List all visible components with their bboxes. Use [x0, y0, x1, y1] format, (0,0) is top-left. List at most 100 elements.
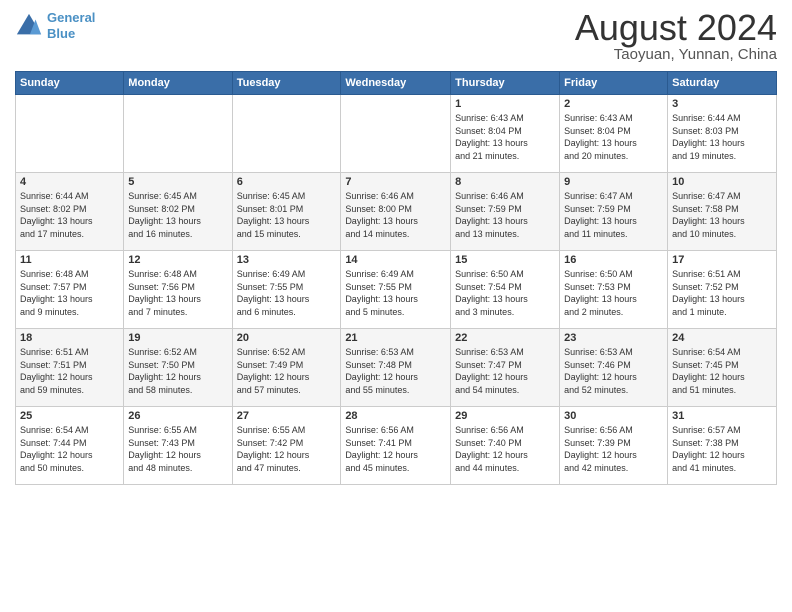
- calendar-cell: 29 Sunrise: 6:56 AM Sunset: 7:40 PM Dayli…: [451, 407, 560, 485]
- logo-line1: General: [47, 10, 95, 25]
- day-number: 22: [455, 332, 555, 344]
- day-number: 10: [672, 176, 772, 188]
- day-info: Sunrise: 6:50 AM Sunset: 7:53 PM Dayligh…: [564, 268, 663, 318]
- day-info: Sunrise: 6:46 AM Sunset: 8:00 PM Dayligh…: [345, 190, 446, 240]
- day-number: 16: [564, 254, 663, 266]
- calendar-cell: 23Sunrise: 6:53 AM Sunset: 7:46 PM Dayli…: [560, 329, 668, 407]
- calendar-cell: [341, 95, 451, 173]
- day-info: Sunrise: 6:50 AM Sunset: 7:54 PM Dayligh…: [455, 268, 555, 318]
- calendar-cell: 4Sunrise: 6:44 AM Sunset: 8:02 PM Daylig…: [16, 173, 124, 251]
- day-number: 2: [564, 98, 663, 110]
- day-number: 31: [672, 410, 772, 422]
- calendar-cell: 17Sunrise: 6:51 AM Sunset: 7:52 PM Dayli…: [668, 251, 777, 329]
- day-number: 28: [345, 410, 446, 422]
- calendar-cell: 15 Sunrise: 6:50 AM Sunset: 7:54 PM Dayli…: [451, 251, 560, 329]
- day-info: Sunrise: 6:49 AM Sunset: 7:55 PM Dayligh…: [237, 268, 337, 318]
- day-info: Sunrise: 6:48 AM Sunset: 7:57 PM Dayligh…: [20, 268, 119, 318]
- weekday-header: Monday: [124, 72, 232, 95]
- day-info: Sunrise: 6:55 AM Sunset: 7:43 PM Dayligh…: [128, 424, 227, 474]
- main-title: August 2024: [575, 10, 777, 46]
- day-number: 7: [345, 176, 446, 188]
- logo-line2: Blue: [47, 26, 75, 41]
- day-number: 23: [564, 332, 663, 344]
- calendar-cell: 18 Sunrise: 6:51 AM Sunset: 7:51 PM Dayli…: [16, 329, 124, 407]
- day-info: Sunrise: 6:57 AM Sunset: 7:38 PM Dayligh…: [672, 424, 772, 474]
- day-number: 6: [237, 176, 337, 188]
- day-number: 14: [345, 254, 446, 266]
- header: General Blue August 2024 Taoyuan, Yunnan…: [15, 10, 777, 63]
- calendar-cell: [124, 95, 232, 173]
- day-number: 13: [237, 254, 337, 266]
- calendar: SundayMondayTuesdayWednesdayThursdayFrid…: [15, 71, 777, 485]
- day-info: Sunrise: 6:56 AM Sunset: 7:40 PM Dayligh…: [455, 424, 555, 474]
- calendar-cell: 14 Sunrise: 6:49 AM Sunset: 7:55 PM Dayli…: [341, 251, 451, 329]
- day-number: 20: [237, 332, 337, 344]
- day-number: 27: [237, 410, 337, 422]
- calendar-cell: 16 Sunrise: 6:50 AM Sunset: 7:53 PM Dayli…: [560, 251, 668, 329]
- day-number: 8: [455, 176, 555, 188]
- day-info: Sunrise: 6:53 AM Sunset: 7:48 PM Dayligh…: [345, 346, 446, 396]
- weekday-header: Tuesday: [232, 72, 341, 95]
- calendar-cell: 7 Sunrise: 6:46 AM Sunset: 8:00 PM Daylig…: [341, 173, 451, 251]
- day-info: Sunrise: 6:48 AM Sunset: 7:56 PM Dayligh…: [128, 268, 227, 318]
- day-number: 9: [564, 176, 663, 188]
- weekday-header: Thursday: [451, 72, 560, 95]
- calendar-cell: 28 Sunrise: 6:56 AM Sunset: 7:41 PM Dayli…: [341, 407, 451, 485]
- day-info: Sunrise: 6:55 AM Sunset: 7:42 PM Dayligh…: [237, 424, 337, 474]
- page: General Blue August 2024 Taoyuan, Yunnan…: [0, 0, 792, 612]
- calendar-cell: 22 Sunrise: 6:53 AM Sunset: 7:47 PM Dayli…: [451, 329, 560, 407]
- day-number: 25: [20, 410, 119, 422]
- day-info: Sunrise: 6:56 AM Sunset: 7:39 PM Dayligh…: [564, 424, 663, 474]
- day-info: Sunrise: 6:53 AM Sunset: 7:47 PM Dayligh…: [455, 346, 555, 396]
- day-number: 15: [455, 254, 555, 266]
- calendar-cell: 27 Sunrise: 6:55 AM Sunset: 7:42 PM Dayli…: [232, 407, 341, 485]
- day-number: 4: [20, 176, 119, 188]
- calendar-cell: 12 Sunrise: 6:48 AM Sunset: 7:56 PM Dayli…: [124, 251, 232, 329]
- day-number: 24: [672, 332, 772, 344]
- calendar-week-row: 1 Sunrise: 6:43 AM Sunset: 8:04 PM Daylig…: [16, 95, 777, 173]
- logo: General Blue: [15, 10, 95, 41]
- day-info: Sunrise: 6:52 AM Sunset: 7:49 PM Dayligh…: [237, 346, 337, 396]
- day-number: 11: [20, 254, 119, 266]
- calendar-cell: 26Sunrise: 6:55 AM Sunset: 7:43 PM Dayli…: [124, 407, 232, 485]
- day-info: Sunrise: 6:49 AM Sunset: 7:55 PM Dayligh…: [345, 268, 446, 318]
- day-number: 3: [672, 98, 772, 110]
- day-number: 18: [20, 332, 119, 344]
- day-number: 29: [455, 410, 555, 422]
- day-number: 30: [564, 410, 663, 422]
- calendar-week-row: 18 Sunrise: 6:51 AM Sunset: 7:51 PM Dayli…: [16, 329, 777, 407]
- day-info: Sunrise: 6:51 AM Sunset: 7:51 PM Dayligh…: [20, 346, 119, 396]
- day-info: Sunrise: 6:47 AM Sunset: 7:59 PM Dayligh…: [564, 190, 663, 240]
- day-info: Sunrise: 6:43 AM Sunset: 8:04 PM Dayligh…: [564, 112, 663, 162]
- day-info: Sunrise: 6:46 AM Sunset: 7:59 PM Dayligh…: [455, 190, 555, 240]
- day-info: Sunrise: 6:56 AM Sunset: 7:41 PM Dayligh…: [345, 424, 446, 474]
- logo-text: General Blue: [47, 10, 95, 41]
- calendar-cell: 25Sunrise: 6:54 AM Sunset: 7:44 PM Dayli…: [16, 407, 124, 485]
- weekday-header: Sunday: [16, 72, 124, 95]
- day-number: 1: [455, 98, 555, 110]
- weekday-header: Wednesday: [341, 72, 451, 95]
- day-info: Sunrise: 6:51 AM Sunset: 7:52 PM Dayligh…: [672, 268, 772, 318]
- subtitle: Taoyuan, Yunnan, China: [575, 46, 777, 63]
- calendar-cell: 21 Sunrise: 6:53 AM Sunset: 7:48 PM Dayli…: [341, 329, 451, 407]
- calendar-cell: 30 Sunrise: 6:56 AM Sunset: 7:39 PM Dayli…: [560, 407, 668, 485]
- day-number: 21: [345, 332, 446, 344]
- day-info: Sunrise: 6:44 AM Sunset: 8:03 PM Dayligh…: [672, 112, 772, 162]
- calendar-header-row: SundayMondayTuesdayWednesdayThursdayFrid…: [16, 72, 777, 95]
- weekday-header: Friday: [560, 72, 668, 95]
- day-info: Sunrise: 6:45 AM Sunset: 8:01 PM Dayligh…: [237, 190, 337, 240]
- calendar-cell: 31 Sunrise: 6:57 AM Sunset: 7:38 PM Dayli…: [668, 407, 777, 485]
- calendar-week-row: 11 Sunrise: 6:48 AM Sunset: 7:57 PM Dayli…: [16, 251, 777, 329]
- logo-icon: [15, 12, 43, 40]
- weekday-header: Saturday: [668, 72, 777, 95]
- calendar-cell: 13 Sunrise: 6:49 AM Sunset: 7:55 PM Dayli…: [232, 251, 341, 329]
- day-info: Sunrise: 6:54 AM Sunset: 7:45 PM Dayligh…: [672, 346, 772, 396]
- day-info: Sunrise: 6:45 AM Sunset: 8:02 PM Dayligh…: [128, 190, 227, 240]
- day-info: Sunrise: 6:52 AM Sunset: 7:50 PM Dayligh…: [128, 346, 227, 396]
- day-info: Sunrise: 6:47 AM Sunset: 7:58 PM Dayligh…: [672, 190, 772, 240]
- calendar-week-row: 4Sunrise: 6:44 AM Sunset: 8:02 PM Daylig…: [16, 173, 777, 251]
- calendar-cell: [16, 95, 124, 173]
- calendar-cell: 5Sunrise: 6:45 AM Sunset: 8:02 PM Daylig…: [124, 173, 232, 251]
- calendar-cell: 6 Sunrise: 6:45 AM Sunset: 8:01 PM Daylig…: [232, 173, 341, 251]
- day-number: 12: [128, 254, 227, 266]
